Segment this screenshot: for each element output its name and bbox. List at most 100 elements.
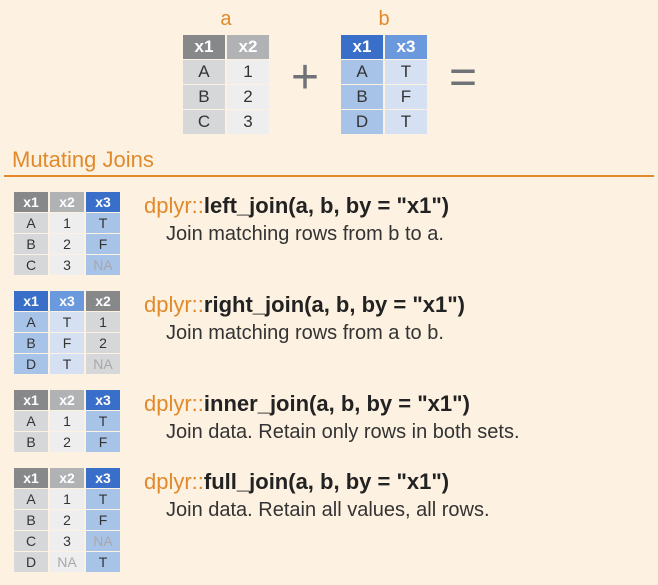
th: x2 [50, 390, 84, 410]
td: 1 [227, 60, 269, 84]
left-join-result: x1x2x3 A1T B2F C3NA [12, 191, 122, 276]
td: C [14, 255, 48, 275]
td: F [86, 432, 120, 452]
td: 2 [86, 333, 120, 353]
fn-args: (a, b, by = "x1") [309, 391, 470, 416]
th: x1 [341, 35, 383, 59]
table-a: a x1x2 A1 B2 C3 [181, 8, 271, 135]
td: 2 [50, 510, 84, 530]
td: F [86, 234, 120, 254]
inner-join-row: x1x2x3 A1T B2F dplyr::inner_join(a, b, b… [0, 385, 658, 463]
th: x1 [14, 192, 48, 212]
fn-args: (a, b, by = "x1") [304, 292, 465, 317]
td: D [14, 354, 48, 374]
full-join-desc: dplyr::full_join(a, b, by = "x1") Join d… [144, 467, 490, 522]
fn-name: left_join [204, 193, 288, 218]
section-title: Mutating Joins [12, 147, 658, 173]
th: x1 [14, 468, 48, 488]
td: T [385, 110, 427, 134]
th: x2 [50, 468, 84, 488]
td: F [385, 85, 427, 109]
fn-args: (a, b, by = "x1") [288, 469, 449, 494]
th: x3 [385, 35, 427, 59]
th: x3 [86, 468, 120, 488]
th: x2 [50, 192, 84, 212]
td: A [341, 60, 383, 84]
td: 2 [50, 432, 84, 452]
td: NA [86, 531, 120, 551]
td: B [14, 510, 48, 530]
full-join-result: x1x2x3 A1T B2F C3NA DNAT [12, 467, 122, 573]
td: B [341, 85, 383, 109]
right-join-row: x1x3x2 AT1 BF2 DTNA dplyr::right_join(a,… [0, 286, 658, 385]
td: T [86, 552, 120, 572]
fn-signature: dplyr::inner_join(a, b, by = "x1") [144, 391, 520, 417]
input-tables-row: a x1x2 A1 B2 C3 + b x1x3 AT BF DT = [0, 0, 658, 139]
td: A [14, 489, 48, 509]
fn-prefix: dplyr:: [144, 469, 204, 494]
td: T [86, 213, 120, 233]
td: T [86, 411, 120, 431]
td: B [14, 432, 48, 452]
td: B [14, 234, 48, 254]
table-a-grid: x1x2 A1 B2 C3 [181, 34, 271, 135]
inner-join-result: x1x2x3 A1T B2F [12, 389, 122, 453]
td: T [50, 354, 84, 374]
td: T [86, 489, 120, 509]
plus-operator: + [291, 54, 319, 102]
fn-description: Join data. Retain only rows in both sets… [166, 421, 520, 444]
fn-description: Join data. Retain all values, all rows. [166, 499, 490, 522]
table-b-grid: x1x3 AT BF DT [339, 34, 429, 135]
td: C [14, 531, 48, 551]
th: x2 [227, 35, 269, 59]
th: x1 [14, 390, 48, 410]
th: x1 [14, 291, 48, 311]
td: A [183, 60, 225, 84]
fn-description: Join matching rows from a to b. [166, 322, 465, 345]
fn-name: inner_join [204, 391, 309, 416]
right-join-result: x1x3x2 AT1 BF2 DTNA [12, 290, 122, 375]
td: 1 [50, 489, 84, 509]
td: 2 [50, 234, 84, 254]
td: D [14, 552, 48, 572]
td: T [50, 312, 84, 332]
th: x3 [86, 390, 120, 410]
th: x3 [50, 291, 84, 311]
td: F [50, 333, 84, 353]
fn-description: Join matching rows from b to a. [166, 223, 449, 246]
td: 1 [86, 312, 120, 332]
td: B [14, 333, 48, 353]
td: T [385, 60, 427, 84]
td: 3 [50, 255, 84, 275]
fn-signature: dplyr::right_join(a, b, by = "x1") [144, 292, 465, 318]
fn-name: right_join [204, 292, 304, 317]
td: 3 [50, 531, 84, 551]
td: NA [50, 552, 84, 572]
fn-prefix: dplyr:: [144, 292, 204, 317]
td: B [183, 85, 225, 109]
table-b-label: b [339, 8, 429, 32]
td: F [86, 510, 120, 530]
fn-args: (a, b, by = "x1") [288, 193, 449, 218]
td: NA [86, 255, 120, 275]
table-b: b x1x3 AT BF DT [339, 8, 429, 135]
inner-join-desc: dplyr::inner_join(a, b, by = "x1") Join … [144, 389, 520, 444]
fn-prefix: dplyr:: [144, 391, 204, 416]
td: A [14, 312, 48, 332]
th: x2 [86, 291, 120, 311]
fn-signature: dplyr::full_join(a, b, by = "x1") [144, 469, 490, 495]
fn-signature: dplyr::left_join(a, b, by = "x1") [144, 193, 449, 219]
section-rule [4, 175, 654, 177]
td: 1 [50, 411, 84, 431]
td: A [14, 411, 48, 431]
td: C [183, 110, 225, 134]
right-join-desc: dplyr::right_join(a, b, by = "x1") Join … [144, 290, 465, 345]
full-join-row: x1x2x3 A1T B2F C3NA DNAT dplyr::full_joi… [0, 463, 658, 583]
th: x1 [183, 35, 225, 59]
td: 1 [50, 213, 84, 233]
td: 2 [227, 85, 269, 109]
td: D [341, 110, 383, 134]
left-join-desc: dplyr::left_join(a, b, by = "x1") Join m… [144, 191, 449, 246]
fn-name: full_join [204, 469, 288, 494]
td: 3 [227, 110, 269, 134]
